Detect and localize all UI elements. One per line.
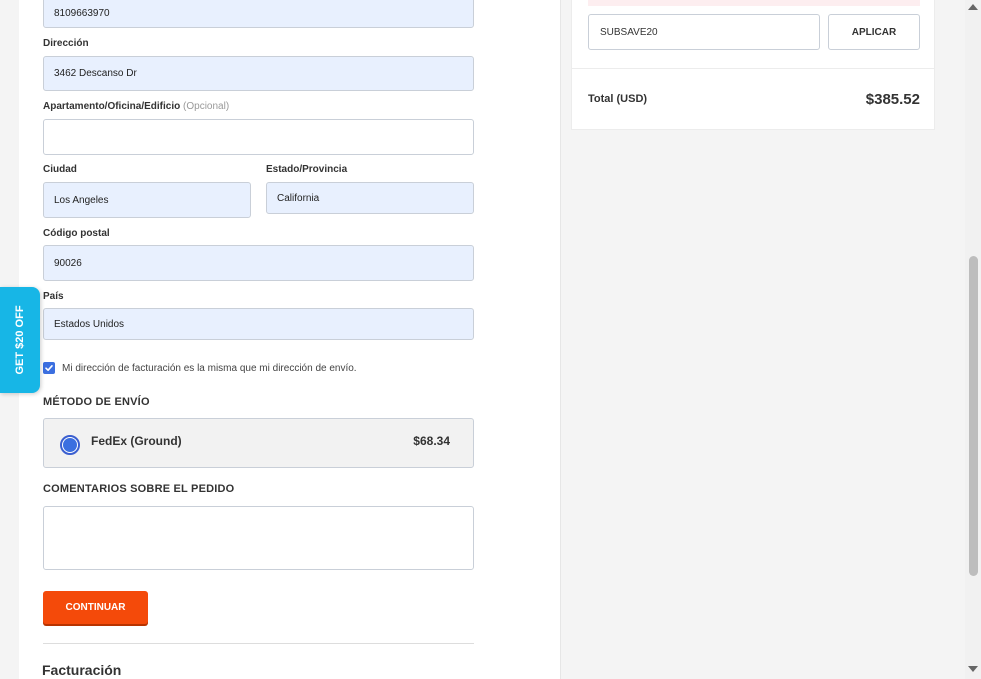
coupon-value: SUBSAVE20 xyxy=(600,26,658,38)
total-label: Total (USD) xyxy=(588,93,648,105)
total-value: $385.52 xyxy=(865,91,920,108)
city-value: Los Angeles xyxy=(54,194,109,206)
shipping-method-price: $68.34 xyxy=(413,434,450,448)
zip-label: Código postal xyxy=(43,228,110,239)
promo-tab[interactable]: GET $20 OFF xyxy=(0,287,40,393)
phone-field[interactable]: 8109663970 xyxy=(43,0,474,28)
billing-same-label: Mi dirección de facturación es la misma … xyxy=(62,362,357,374)
notice-strip xyxy=(588,0,920,6)
apply-coupon-button[interactable]: APLICAR xyxy=(828,14,920,50)
apartment-label-text: Apartamento/Oficina/Edificio xyxy=(43,101,181,112)
billing-same-row[interactable]: Mi dirección de facturación es la misma … xyxy=(43,362,357,374)
zip-value: 90026 xyxy=(54,257,82,269)
coupon-input[interactable]: SUBSAVE20 xyxy=(588,14,820,50)
city-label: Ciudad xyxy=(43,164,77,175)
order-comments-title: COMENTARIOS SOBRE EL PEDIDO xyxy=(43,483,235,495)
shipping-option-fedex[interactable]: FedEx (Ground) $68.34 xyxy=(43,418,474,468)
address-label: Dirección xyxy=(43,38,89,49)
scroll-down-arrow-icon[interactable] xyxy=(968,666,978,672)
zip-field[interactable]: 90026 xyxy=(43,245,474,281)
continue-button[interactable]: CONTINUAR xyxy=(43,591,148,624)
billing-section-title: Facturación xyxy=(42,662,122,678)
radio-selected-dot xyxy=(63,438,77,452)
scroll-up-arrow-icon[interactable] xyxy=(968,4,978,10)
apartment-field[interactable] xyxy=(43,119,474,155)
checkmark-icon xyxy=(45,365,53,371)
shipping-radio[interactable] xyxy=(60,435,80,455)
order-comments-textarea[interactable] xyxy=(43,506,474,570)
section-divider xyxy=(43,643,474,644)
country-value: Estados Unidos xyxy=(54,318,125,330)
country-select[interactable]: Estados Unidos xyxy=(43,308,474,340)
phone-value: 8109663970 xyxy=(54,7,110,19)
address-value: 3462 Descanso Dr xyxy=(54,68,137,79)
apartment-label: Apartamento/Oficina/Edificio (Opcional) xyxy=(43,101,229,112)
state-label: Estado/Provincia xyxy=(266,164,348,175)
scrollbar-thumb[interactable] xyxy=(969,256,978,576)
optional-hint: (Opcional) xyxy=(183,101,230,112)
promo-tab-label: GET $20 OFF xyxy=(14,305,26,375)
city-field[interactable]: Los Angeles xyxy=(43,182,251,218)
state-value: California xyxy=(277,192,320,204)
shipping-method-title: MÉTODO DE ENVÍO xyxy=(43,396,150,408)
shipping-method-name: FedEx (Ground) xyxy=(91,434,182,448)
address-field[interactable]: 3462 Descanso Dr xyxy=(43,56,474,91)
billing-same-checkbox[interactable] xyxy=(43,362,55,374)
summary-divider xyxy=(571,68,935,69)
country-label: País xyxy=(43,291,64,302)
state-select[interactable]: California xyxy=(266,182,474,214)
